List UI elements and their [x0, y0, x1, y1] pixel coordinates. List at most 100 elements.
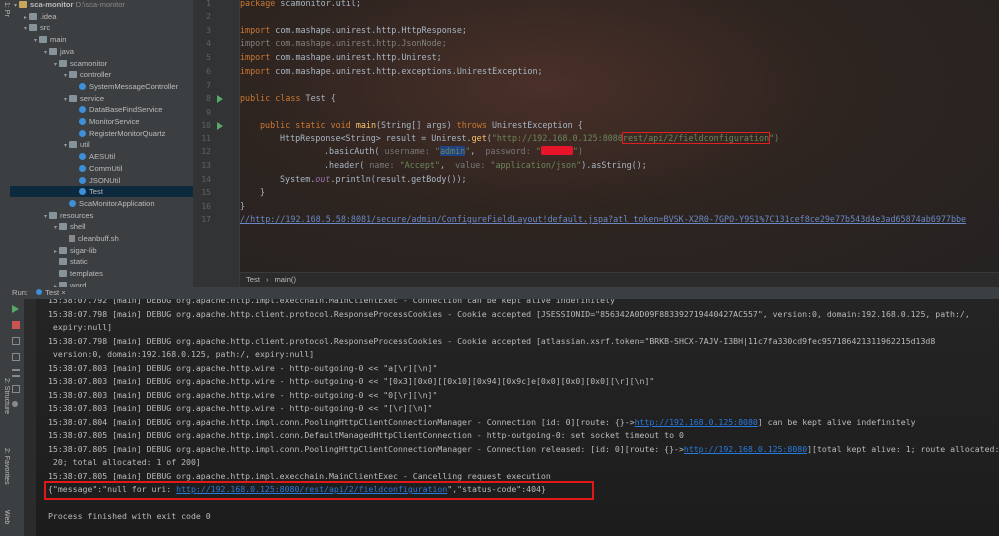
project-path: D:\sca-monitor — [73, 0, 125, 9]
package-icon — [69, 71, 77, 79]
tree-item-label: RegisterMonitorQuartz — [89, 128, 166, 138]
tree-item-label: sigar-lib — [70, 245, 97, 255]
code-line-11: HttpResponse<String> result = Unirest.ge… — [280, 132, 780, 144]
code-line-5: import com.mashape.unirest.http.Unirest; — [240, 52, 442, 62]
run-class-icon[interactable] — [217, 95, 223, 103]
tree-item-idea[interactable]: ▸ .idea — [10, 11, 193, 22]
line-number: 3 — [206, 26, 211, 35]
rerun-icon[interactable] — [12, 305, 19, 313]
highlighted-path: rest/api/2/fieldconfiguration — [621, 132, 771, 144]
camera-icon[interactable] — [12, 337, 20, 345]
console-line: 20; total allocated: 1 of 200] — [48, 457, 201, 467]
close-icon[interactable]: × — [61, 288, 65, 297]
run-label: Run: — [12, 288, 29, 297]
tree-item-label: java — [60, 46, 74, 56]
tree-item-sigar-lib[interactable]: ▸ sigar-lib — [10, 245, 193, 256]
tree-item-util[interactable]: ▾ util — [10, 139, 193, 150]
tree-item-databasefindservice[interactable]: DataBaseFindService — [10, 104, 193, 115]
tree-item-sca-monitor[interactable]: ▾ sca-monitor D:\sca-monitor — [10, 0, 193, 10]
tree-item-label: scamonitor — [70, 58, 108, 68]
tree-item-label: CommUtil — [89, 163, 123, 173]
tree-item-main[interactable]: ▾ main — [10, 34, 193, 45]
class-icon — [79, 164, 86, 172]
stop-icon[interactable] — [12, 321, 20, 329]
tree-item-templates[interactable]: templates — [10, 268, 193, 279]
run-main-icon[interactable] — [217, 122, 223, 130]
line-number: 5 — [206, 53, 211, 62]
tree-item-static[interactable]: static — [10, 256, 193, 267]
console-line: 15:38:07.798 [main] DEBUG org.apache.htt… — [48, 335, 936, 346]
tree-item-label: resources — [60, 210, 94, 220]
run-tab-test[interactable]: Test × — [36, 288, 66, 297]
console-line: expiry:null] — [48, 322, 113, 332]
tree-item-word[interactable]: ▸ word — [10, 280, 193, 287]
tree-item-scamonitorapplication[interactable]: ScaMonitorApplication — [10, 198, 193, 209]
line-number: 7 — [206, 81, 211, 90]
breadcrumb-class[interactable]: Test — [246, 275, 260, 284]
console-line: version:0, domain:192.168.0.125, path:/,… — [48, 349, 315, 359]
tree-item-resources[interactable]: ▾ resources — [10, 210, 193, 221]
web-tool-tab[interactable]: Web — [0, 510, 10, 524]
tree-item-label: service — [80, 93, 105, 103]
tree-item-service[interactable]: ▾ service — [10, 93, 193, 104]
tree-item-src[interactable]: ▾ src — [10, 22, 193, 33]
code-editor[interactable]: package scamonitor.util; import com.mash… — [240, 0, 999, 287]
console-line: 15:38:07.805 [main] DEBUG org.apache.htt… — [48, 443, 999, 454]
console-link[interactable]: http://192.168.0.125:8080/rest/api/2/fie… — [176, 484, 447, 494]
folder-icon — [29, 24, 37, 32]
tree-item-jsonutil[interactable]: JSONUtil — [10, 175, 193, 186]
code-line-10: public static void main(String[] args) t… — [260, 120, 583, 130]
console-link[interactable]: http://192.168.0.125:8080 — [635, 417, 758, 427]
tree-item-systemmessagecontroller[interactable]: SystemMessageController — [10, 81, 193, 92]
tree-item-scamonitor[interactable]: ▾ scamonitor — [10, 58, 193, 69]
package-icon — [69, 141, 77, 149]
tree-item-label: src — [40, 23, 51, 33]
layout-icon[interactable] — [12, 353, 20, 361]
pin-icon[interactable] — [12, 401, 18, 407]
code-line-16: } — [240, 201, 246, 211]
tree-item-monitorservice[interactable]: MonitorService — [10, 116, 193, 127]
console-link[interactable]: http://192.168.0.125:8080 — [684, 444, 807, 454]
run-panel-header: Run: Test × — [0, 287, 999, 299]
console-line: 15:38:07.803 [main] DEBUG org.apache.htt… — [48, 362, 438, 373]
tree-item-label: MonitorService — [89, 117, 140, 126]
folder-icon — [39, 36, 47, 44]
tree-item-label: Test — [89, 187, 103, 197]
tree-item-label: JSONUtil — [89, 175, 121, 185]
project-tool-tab[interactable]: 1: Pr — [0, 2, 10, 17]
print-icon[interactable] — [12, 385, 20, 393]
console-line: 15:38:07.805 [main] DEBUG org.apache.htt… — [48, 430, 684, 440]
project-tree: ▾ sca-monitor D:\sca-monitor ▸ .idea ▾ src ▾ ma… — [10, 0, 193, 287]
tree-item-cleanbuff-sh[interactable]: cleanbuff.sh — [10, 233, 193, 244]
tree-item-label: cleanbuff.sh — [78, 234, 119, 243]
favorites-tool-tab[interactable]: 2: Favorites — [0, 448, 10, 485]
tree-item-test[interactable]: Test — [10, 186, 193, 198]
code-line-1: package scamonitor.util; — [240, 0, 362, 8]
class-icon — [69, 199, 76, 207]
class-icon — [79, 153, 86, 161]
line-number: 15 — [201, 188, 211, 197]
class-icon — [79, 82, 86, 90]
package-icon — [69, 94, 77, 102]
tree-item-shell[interactable]: ▾ shell — [10, 221, 193, 232]
structure-tool-tab[interactable]: 2: Structure — [0, 378, 10, 414]
tree-item-java[interactable]: ▾ java — [10, 46, 193, 57]
tree-item-controller[interactable]: ▾ controller — [10, 69, 193, 80]
tree-item-commutil[interactable]: CommUtil — [10, 163, 193, 174]
code-line-14: System.out.println(result.getBody()); — [280, 174, 467, 184]
console-line: 15:38:07.792 [main] DEBUG org.apache.htt… — [48, 299, 615, 305]
breadcrumb-method[interactable]: main() — [274, 275, 296, 284]
breadcrumb: Test › main() — [240, 272, 999, 287]
console-line: 15:38:07.803 [main] DEBUG org.apache.htt… — [48, 376, 655, 386]
class-icon — [79, 188, 86, 196]
line-number: 4 — [206, 39, 211, 48]
console-line: Process finished with exit code 0 — [48, 511, 211, 521]
console-output[interactable]: 15:38:07.792 [main] DEBUG org.apache.htt… — [36, 299, 999, 536]
breadcrumb-separator: › — [265, 275, 269, 284]
folder-icon — [59, 246, 67, 254]
tree-item-registermonitorquartz[interactable]: RegisterMonitorQuartz — [10, 128, 193, 139]
code-line-15: } — [260, 187, 266, 197]
line-number: 2 — [206, 12, 211, 21]
tree-item-aesutil[interactable]: AESUtil — [10, 151, 193, 162]
scroll-end-icon[interactable] — [12, 369, 20, 377]
